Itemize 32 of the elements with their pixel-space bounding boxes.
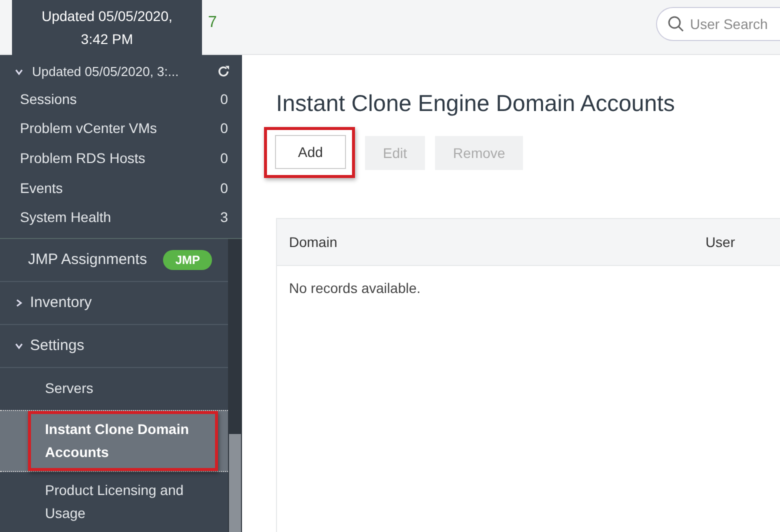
count-label: 7 [208,14,217,32]
page-title: Instant Clone Engine Domain Accounts [276,90,676,117]
nav-subitem[interactable]: Instant Clone Domain Accounts [0,410,228,472]
chevron-icon[interactable] [14,340,24,351]
empty-message: No records available. [288,279,422,298]
action-button[interactable]: Add [275,135,346,169]
counter-value: 3 [220,209,228,226]
nav-subitem[interactable]: Servers [0,368,228,410]
counter-label[interactable]: System Health [20,209,112,226]
tooltip: Updated 05/05/2020, 3:42 PM [12,0,202,55]
nav-item[interactable]: Settings [30,337,84,354]
counter-value: 0 [220,90,228,107]
refresh-icon[interactable] [217,65,230,78]
search-icon [667,15,685,33]
nav-subitem[interactable]: Product Licensing and Usage [0,472,228,532]
counter-value: 0 [220,120,228,136]
badge: JMP [163,250,212,270]
counter-value: 0 [220,180,228,196]
nav-item[interactable]: JMP Assignments [28,251,147,268]
counter-label[interactable]: Events [20,180,63,196]
counter-label[interactable]: Sessions [20,90,77,107]
counter-label[interactable]: Problem RDS Hosts [20,150,146,166]
scrollbar[interactable] [228,238,242,532]
status-label: Updated 05/05/2020, 3:... [32,64,180,79]
counter-value: 0 [220,150,228,166]
chevron-icon[interactable] [14,66,24,76]
column-header[interactable]: User [705,234,735,250]
chevron-icon[interactable] [14,298,24,308]
search-field[interactable]: User Search [656,7,780,41]
column-header[interactable]: Domain [289,234,338,250]
nav-item[interactable]: Inventory [30,294,92,312]
counter-label[interactable]: Problem vCenter VMs [20,120,157,136]
